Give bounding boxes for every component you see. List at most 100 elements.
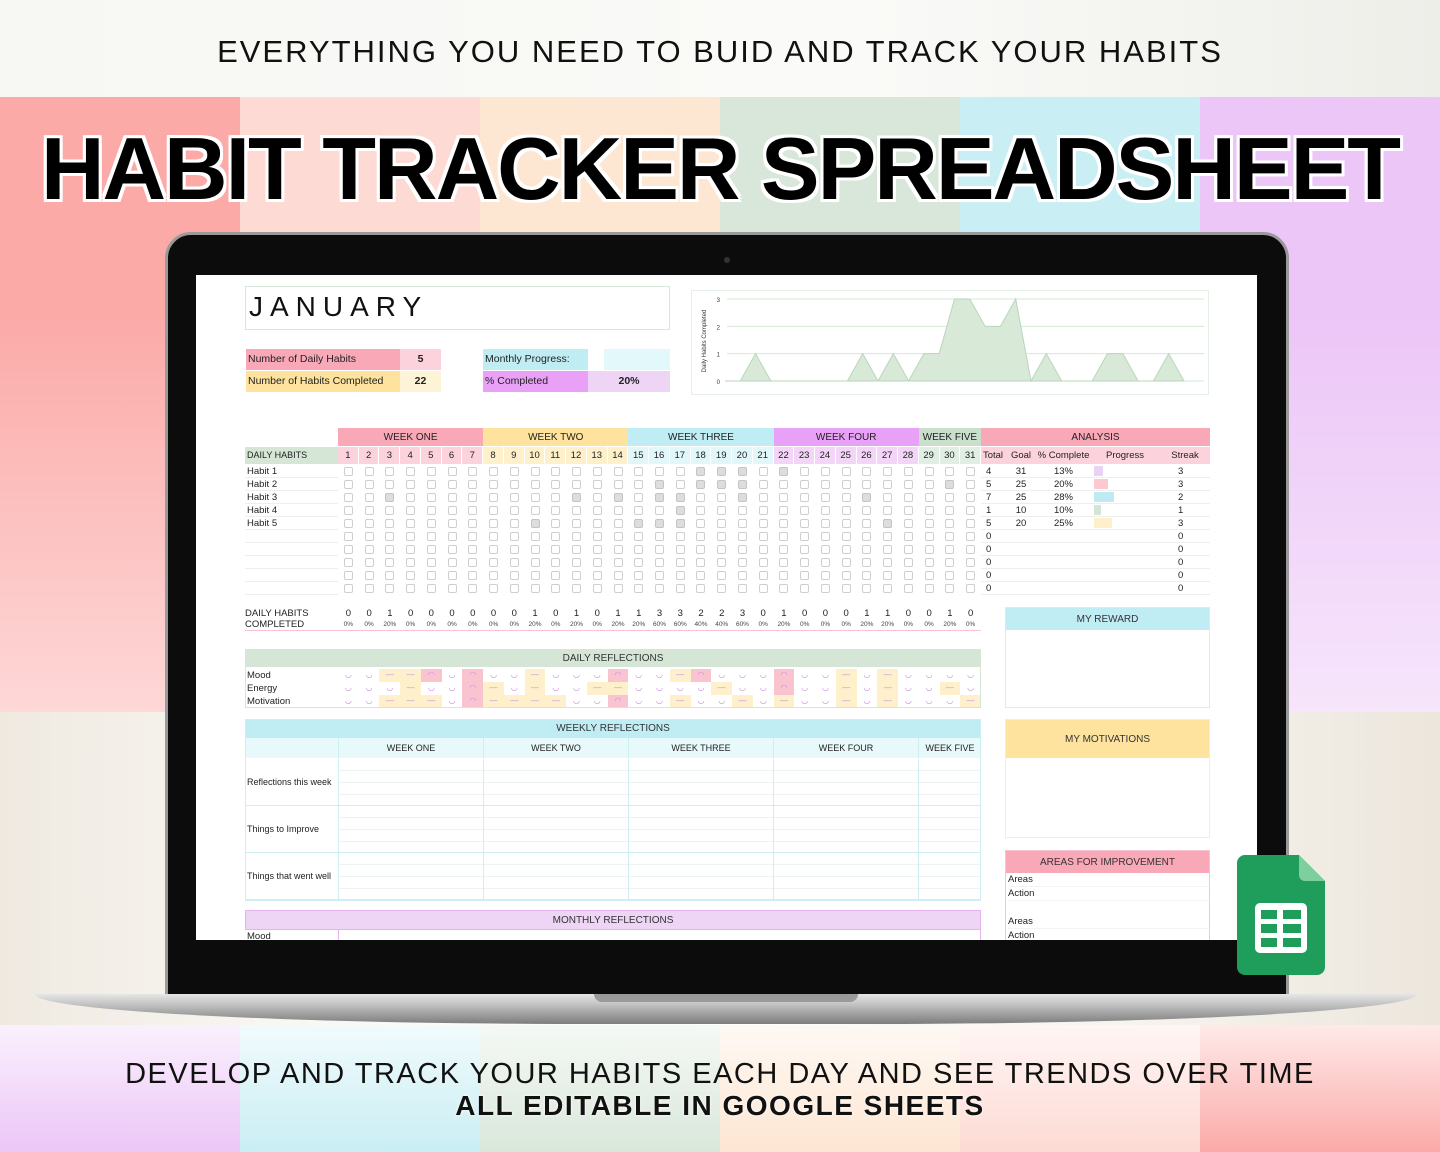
habit-checkbox[interactable] <box>406 467 416 476</box>
habit-checkbox[interactable] <box>675 493 685 502</box>
habit-checkbox[interactable] <box>779 493 789 502</box>
habit-checkbox[interactable] <box>572 493 582 502</box>
habit-checkbox[interactable] <box>717 545 727 554</box>
habit-checkbox[interactable] <box>820 480 830 489</box>
habit-checkbox[interactable] <box>406 519 416 528</box>
habit-checkbox[interactable] <box>820 493 830 502</box>
habit-checkbox[interactable] <box>655 532 664 541</box>
habit-goal[interactable]: 25 <box>1005 478 1037 491</box>
habit-checkbox[interactable] <box>675 506 685 515</box>
habit-checkbox[interactable] <box>862 519 872 528</box>
habit-checkbox[interactable] <box>675 545 685 554</box>
habit-checkbox[interactable] <box>820 584 830 593</box>
habit-checkbox[interactable] <box>945 467 955 476</box>
habit-checkbox[interactable] <box>385 480 395 489</box>
my-reward-panel[interactable]: MY REWARD <box>1005 607 1210 708</box>
habit-checkbox[interactable] <box>426 571 436 580</box>
habit-checkbox[interactable] <box>613 493 623 502</box>
habit-checkbox[interactable] <box>820 558 830 567</box>
habit-checkbox[interactable] <box>468 532 478 541</box>
habit-checkbox[interactable] <box>696 545 706 554</box>
habit-checkbox[interactable] <box>903 558 913 567</box>
habit-checkbox[interactable] <box>530 467 540 476</box>
habit-checkbox[interactable] <box>406 493 416 502</box>
habit-checkbox[interactable] <box>717 558 727 567</box>
habit-checkbox[interactable] <box>966 519 976 528</box>
habit-checkbox[interactable] <box>841 519 851 528</box>
habit-checkbox[interactable] <box>883 558 893 567</box>
habit-checkbox[interactable] <box>737 545 747 554</box>
habit-checkbox[interactable] <box>364 558 374 567</box>
habit-checkbox[interactable] <box>841 493 851 502</box>
habit-checkbox[interactable] <box>903 467 913 476</box>
habit-checkbox[interactable] <box>447 584 457 593</box>
habit-checkbox[interactable] <box>758 558 768 567</box>
habit-checkbox[interactable] <box>385 519 395 528</box>
habit-checkbox[interactable] <box>924 584 934 593</box>
habit-checkbox[interactable] <box>820 571 830 580</box>
habit-checkbox[interactable] <box>489 584 499 593</box>
habit-checkbox[interactable] <box>613 467 623 476</box>
habit-checkbox[interactable] <box>675 558 685 567</box>
habit-checkbox[interactable] <box>509 532 519 541</box>
habit-checkbox[interactable] <box>551 493 561 502</box>
habit-checkbox[interactable] <box>530 545 540 554</box>
habit-checkbox[interactable] <box>717 493 727 502</box>
habit-checkbox[interactable] <box>924 493 934 502</box>
habit-checkbox[interactable] <box>737 480 747 489</box>
habit-checkbox[interactable] <box>800 558 810 567</box>
habit-checkbox[interactable] <box>945 519 955 528</box>
habit-checkbox[interactable] <box>800 467 810 476</box>
habit-checkbox[interactable] <box>447 506 457 515</box>
habit-checkbox[interactable] <box>841 584 851 593</box>
habit-checkbox[interactable] <box>675 467 685 476</box>
habit-checkbox[interactable] <box>343 519 353 528</box>
habit-checkbox[interactable] <box>717 571 727 580</box>
habit-checkbox[interactable] <box>924 467 934 476</box>
habit-checkbox[interactable] <box>737 571 747 580</box>
habit-checkbox[interactable] <box>758 506 768 515</box>
habit-checkbox[interactable] <box>613 545 623 554</box>
habit-checkbox[interactable] <box>779 467 789 476</box>
habit-checkbox[interactable] <box>945 532 955 541</box>
habit-checkbox[interactable] <box>551 506 561 515</box>
habit-name[interactable]: Habit 2 <box>247 478 277 491</box>
habit-goal[interactable]: 25 <box>1005 491 1037 504</box>
habit-checkbox[interactable] <box>820 506 830 515</box>
habit-checkbox[interactable] <box>800 532 810 541</box>
habit-checkbox[interactable] <box>903 480 913 489</box>
habit-checkbox[interactable] <box>489 480 499 489</box>
habit-checkbox[interactable] <box>945 571 955 580</box>
habit-checkbox[interactable] <box>572 558 582 567</box>
habit-name[interactable]: Habit 3 <box>247 491 277 504</box>
habit-checkbox[interactable] <box>509 584 519 593</box>
habit-checkbox[interactable] <box>862 506 872 515</box>
habit-checkbox[interactable] <box>572 506 582 515</box>
habit-checkbox[interactable] <box>737 506 747 515</box>
habit-checkbox[interactable] <box>447 480 457 489</box>
habit-checkbox[interactable] <box>572 519 582 528</box>
habit-checkbox[interactable] <box>737 519 747 528</box>
habit-checkbox[interactable] <box>758 467 768 476</box>
habit-checkbox[interactable] <box>675 480 685 489</box>
habit-checkbox[interactable] <box>717 480 727 489</box>
habit-checkbox[interactable] <box>945 480 955 489</box>
habit-checkbox[interactable] <box>592 519 602 528</box>
habit-checkbox[interactable] <box>841 467 851 476</box>
habit-checkbox[interactable] <box>385 493 395 502</box>
habit-checkbox[interactable] <box>613 584 623 593</box>
habit-checkbox[interactable] <box>530 558 540 567</box>
area-row-label[interactable]: Areas <box>1008 915 1209 929</box>
habit-checkbox[interactable] <box>737 584 747 593</box>
habit-checkbox[interactable] <box>903 571 913 580</box>
habit-checkbox[interactable] <box>551 545 561 554</box>
habit-checkbox[interactable] <box>489 545 499 554</box>
habit-checkbox[interactable] <box>530 519 540 528</box>
habit-checkbox[interactable] <box>779 480 789 489</box>
habit-checkbox[interactable] <box>406 584 416 593</box>
habit-checkbox[interactable] <box>966 558 976 567</box>
habit-checkbox[interactable] <box>903 532 913 541</box>
habit-checkbox[interactable] <box>883 480 893 489</box>
habit-checkbox[interactable] <box>468 558 478 567</box>
habit-checkbox[interactable] <box>945 584 955 593</box>
